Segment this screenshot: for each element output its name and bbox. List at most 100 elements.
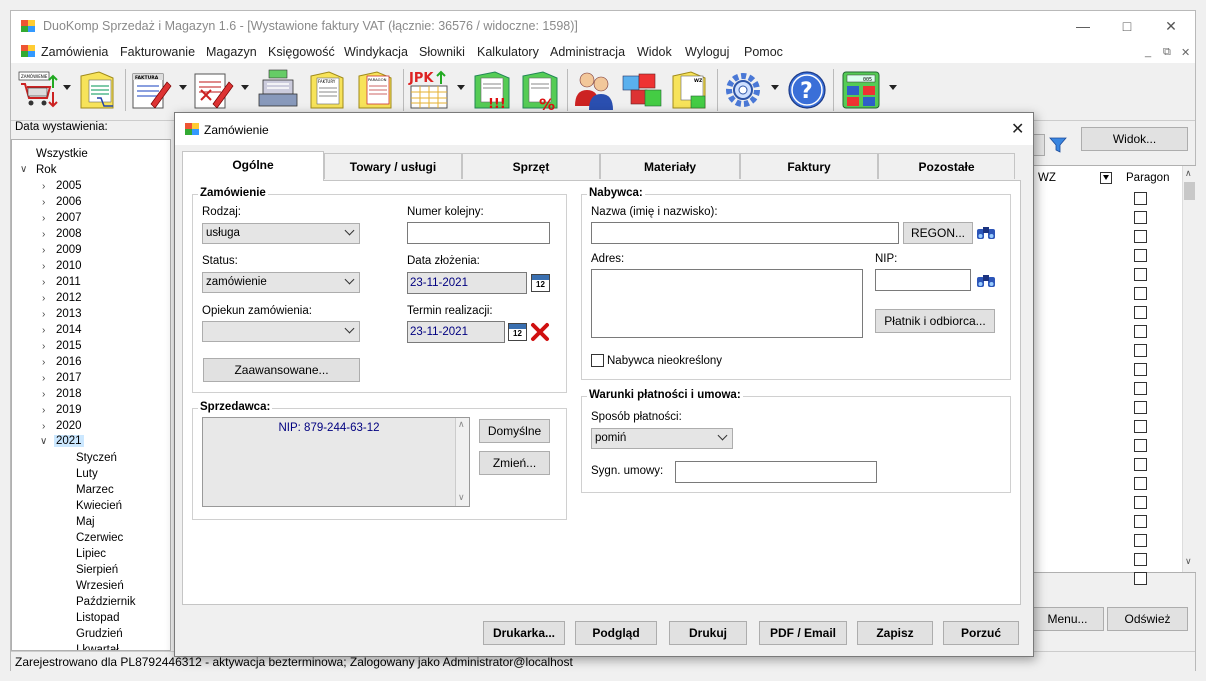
view-button[interactable]: Widok...	[1081, 127, 1188, 151]
correction-dropdown-arrow[interactable]	[241, 85, 249, 90]
advanced-button[interactable]: Zaawansowane...	[203, 358, 360, 382]
menu-slowniki[interactable]: Słowniki	[419, 45, 465, 59]
discount-icon[interactable]: %	[519, 68, 563, 112]
products-boxes-icon[interactable]	[619, 68, 663, 112]
menu-kalkulatory[interactable]: Kalkulatory	[477, 45, 539, 59]
dialog-close-icon[interactable]: ✕	[1011, 119, 1024, 139]
paragon-checkbox[interactable]	[1134, 230, 1147, 243]
binoculars-icon[interactable]	[976, 223, 996, 241]
column-header-wz[interactable]: WZ	[1038, 172, 1056, 184]
mdi-minimize-icon[interactable]: _	[1145, 46, 1151, 58]
tree-item-month[interactable]: Maj	[76, 516, 95, 528]
paragon-checkbox[interactable]	[1134, 458, 1147, 471]
order-date-input[interactable]: 23-11-2021	[407, 272, 527, 294]
menu-wyloguj[interactable]: Wyloguj	[685, 45, 729, 59]
mdi-close-icon[interactable]: ✕	[1181, 46, 1190, 59]
order-dropdown-arrow[interactable]	[63, 85, 71, 90]
paragon-checkbox[interactable]	[1134, 325, 1147, 338]
paragon-checkbox[interactable]	[1134, 439, 1147, 452]
paragon-checkbox[interactable]	[1134, 192, 1147, 205]
print-button[interactable]: Drukuj	[669, 621, 747, 645]
tree-item-month[interactable]: Grudzień	[76, 628, 123, 640]
clear-date-icon[interactable]	[530, 322, 550, 342]
tree-item-month[interactable]: Październik	[76, 596, 135, 608]
tree-item-year[interactable]: 2005	[56, 180, 82, 192]
new-order-cart-icon[interactable]: ZAMÓWIENIE	[15, 68, 59, 112]
save-button[interactable]: Zapisz	[857, 621, 933, 645]
settings-dropdown-arrow[interactable]	[771, 85, 779, 90]
tree-collapse-icon[interactable]: ›	[42, 261, 45, 272]
tree-item-year[interactable]: 2011	[56, 276, 81, 288]
invoice-dropdown-arrow[interactable]	[179, 85, 187, 90]
tree-item-year[interactable]: 2018	[56, 388, 82, 400]
tree-collapse-icon[interactable]: ›	[42, 421, 45, 432]
tree-item-month[interactable]: Styczeń	[76, 452, 117, 464]
tree-item-year[interactable]: 2009	[56, 244, 82, 256]
discard-button[interactable]: Porzuć	[943, 621, 1019, 645]
tree-item-month[interactable]: Wrzesień	[76, 580, 124, 592]
tree-collapse-icon[interactable]: ›	[42, 405, 45, 416]
calendar-icon[interactable]: 12	[508, 323, 527, 341]
paragon-checkbox[interactable]	[1134, 211, 1147, 224]
calculator-icon[interactable]: 005	[839, 68, 883, 112]
tree-item-year[interactable]: 2017	[56, 372, 82, 384]
change-seller-button[interactable]: Zmień...	[479, 451, 550, 475]
tree-item-year[interactable]: 2019	[56, 404, 82, 416]
column-filter-icon[interactable]	[1100, 172, 1112, 184]
menu-pomoc[interactable]: Pomoc	[744, 45, 783, 59]
tree-item-year[interactable]: 2016	[56, 356, 82, 368]
paragon-checkbox[interactable]	[1134, 249, 1147, 262]
tree-expand-icon[interactable]: ∨	[20, 164, 27, 175]
buyer-undefined-checkbox[interactable]	[591, 354, 604, 367]
deadline-input[interactable]: 23-11-2021	[407, 321, 505, 343]
paragon-checkbox[interactable]	[1134, 420, 1147, 433]
tree-collapse-icon[interactable]: ›	[42, 229, 45, 240]
menu-fakturowanie[interactable]: Fakturowanie	[120, 45, 195, 59]
debt-collection-icon[interactable]: !!!	[471, 68, 515, 112]
mdi-restore-icon[interactable]: ⧉	[1163, 46, 1171, 59]
default-seller-button[interactable]: Domyślne	[479, 419, 550, 443]
number-input[interactable]	[407, 222, 550, 244]
menu-widok[interactable]: Widok	[637, 45, 672, 59]
tree-item-month[interactable]: I kwartał	[76, 644, 119, 650]
tree-collapse-icon[interactable]: ›	[42, 213, 45, 224]
tree-item-month[interactable]: Sierpień	[76, 564, 118, 576]
tree-item-year[interactable]: 2014	[56, 324, 82, 336]
menu-magazyn[interactable]: Magazyn	[206, 45, 257, 59]
menu-administracja[interactable]: Administracja	[550, 45, 625, 59]
paragon-checkbox[interactable]	[1134, 344, 1147, 357]
invoices-folder-icon[interactable]: FAKTURY	[305, 68, 349, 112]
tree-collapse-icon[interactable]: ›	[42, 197, 45, 208]
paragon-checkbox[interactable]	[1134, 515, 1147, 528]
cash-register-icon[interactable]	[255, 68, 299, 112]
calendar-icon[interactable]: 12	[531, 274, 550, 292]
payment-method-select[interactable]: pomiń	[591, 428, 733, 449]
tree-item-month[interactable]: Luty	[76, 468, 98, 480]
preview-button[interactable]: Podgląd	[575, 621, 657, 645]
receipts-folder-icon[interactable]: PARAGON	[353, 68, 397, 112]
pdf-email-button[interactable]: PDF / Email	[759, 621, 847, 645]
orders-folder-icon[interactable]	[75, 68, 119, 112]
tree-collapse-icon[interactable]: ›	[42, 325, 45, 336]
invoice-correction-icon[interactable]	[191, 68, 235, 112]
contract-input[interactable]	[675, 461, 877, 483]
settings-gear-icon[interactable]	[723, 68, 767, 112]
status-select[interactable]: zamówienie	[202, 272, 360, 293]
tree-item-year[interactable]: 2020	[56, 420, 82, 432]
buyer-nip-input[interactable]	[875, 269, 971, 291]
tree-collapse-icon[interactable]: ›	[42, 341, 45, 352]
maximize-button[interactable]: □	[1113, 15, 1141, 37]
tree-collapse-icon[interactable]: ›	[42, 309, 45, 320]
paragon-checkbox[interactable]	[1134, 496, 1147, 509]
buyer-address-textarea[interactable]	[591, 269, 863, 338]
filter-funnel-icon[interactable]	[1049, 136, 1067, 154]
tree-collapse-icon[interactable]: ›	[42, 181, 45, 192]
jpk-icon[interactable]: JPK	[407, 68, 451, 112]
tree-collapse-icon[interactable]: ›	[42, 389, 45, 400]
payer-receiver-button[interactable]: Płatnik i odbiorca...	[875, 309, 995, 333]
paragon-checkbox[interactable]	[1134, 553, 1147, 566]
seller-info-box[interactable]: NIP: 879-244-63-12 ∧ ∨	[202, 417, 470, 507]
tree-item-month[interactable]: Kwiecień	[76, 500, 122, 512]
paragon-checkbox[interactable]	[1134, 306, 1147, 319]
paragon-checkbox[interactable]	[1134, 477, 1147, 490]
